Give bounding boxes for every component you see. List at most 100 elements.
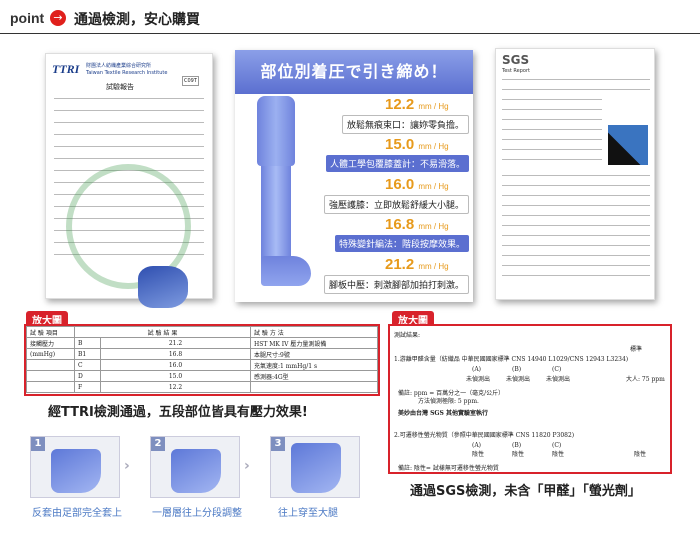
doc-line	[54, 110, 204, 111]
ttri-org-en: Taiwan Textile Research Institute	[86, 70, 168, 76]
ttri-org-zh: 財團法人紡織產業綜合研究所	[86, 63, 152, 69]
step-3-label: 往上穿至大腿	[278, 508, 338, 519]
pressure-number: 16.8	[385, 216, 415, 233]
empty-cell	[26, 381, 75, 393]
stocking-calf	[261, 166, 291, 266]
row2-b: 陰性	[512, 451, 525, 458]
sgs-report-image: SGS Test Report	[495, 48, 655, 300]
sgs-logo: SGS	[502, 53, 530, 67]
pressure-unit: mm / Hg	[418, 262, 449, 271]
doc-line	[502, 149, 602, 150]
doc-line	[502, 235, 650, 236]
sock-sample-image	[138, 266, 188, 308]
arrow-right-icon: →	[50, 10, 66, 26]
pressure-value: 15.0 mm / Hg	[385, 136, 449, 153]
sgs-standard-label: 標準	[630, 346, 643, 353]
header-item: 試 驗 項目	[26, 326, 75, 338]
sgs-results-table: 測試結果: 標準 1.游離甲醛含量（紡織品 中華民國國家標準 CNS 14940…	[388, 324, 672, 474]
sgs-subtitle: Test Report	[502, 68, 531, 74]
stocking-thigh	[257, 96, 295, 166]
section-header: point → 通過檢測，安心購買	[0, 0, 700, 36]
method-cell: 感測器:4G型	[250, 370, 378, 382]
pos-cell: F	[74, 381, 101, 393]
pressure-number: 15.0	[385, 136, 415, 153]
step-2-label: 一層層往上分段調整	[152, 508, 242, 519]
ttri-results-table: 試 驗 項目 試 驗 結 果 試 驗 方 法 接觸壓力 B 21.2 HST M…	[24, 324, 380, 396]
doc-line	[54, 122, 204, 123]
doc-line	[502, 89, 650, 90]
header-method: 試 驗 方 法	[250, 326, 378, 338]
col-b: (B)	[512, 442, 522, 449]
pressure-number: 12.2	[385, 96, 415, 113]
step-number: 3	[271, 437, 285, 451]
col-c: (C)	[552, 366, 562, 373]
doc-line	[502, 255, 650, 256]
doc-line	[502, 195, 650, 196]
sgs-heading: 測試結果:	[394, 332, 421, 339]
pressure-description: 人體工學包覆膝蓋計：不易滑落。	[325, 155, 469, 172]
sgs-note1b: 方法偵測極限: 5 ppm.	[418, 398, 479, 405]
pressure-number: 21.2	[385, 256, 415, 273]
step-3-image: 3	[270, 436, 360, 498]
pressure-description: 強壓護膝：立即放鬆舒緩大小腿。	[323, 195, 469, 214]
section-title: 通過檢測，安心購買	[74, 12, 200, 28]
header-result: 試 驗 結 果	[74, 326, 251, 338]
doc-line	[502, 175, 650, 176]
pressure-value: 12.2 mm / Hg	[385, 96, 449, 113]
value-cell: 16.8	[100, 348, 251, 360]
row2-c: 陰性	[552, 451, 565, 458]
sgs-line1: 1.游離甲醛含量（紡織品 中華民國國家標準 CNS 14940 L1029/CN…	[394, 356, 629, 363]
pressure-value: 21.2 mm / Hg	[385, 256, 449, 273]
doc-line	[502, 129, 602, 130]
row1-a: 未偵測出	[466, 376, 491, 383]
ttri-report-title: 試驗報告	[106, 83, 134, 91]
pressure-unit: mm / Hg	[418, 142, 449, 151]
col-c: (C)	[552, 442, 562, 449]
pressure-description: 放鬆無痕束口：讓妳零負擔。	[341, 115, 469, 134]
chevron-right-icon: ›	[124, 458, 130, 474]
method-cell: HST MK IV 壓力量測設備	[250, 337, 378, 349]
value-cell: 16.0	[100, 359, 251, 371]
ttri-report-image: TTRI 財團法人紡織產業綜合研究所 Taiwan Textile Resear…	[45, 53, 213, 308]
doc-line	[54, 98, 204, 99]
pressure-unit: mm / Hg	[418, 222, 449, 231]
leg-stocking-image	[253, 96, 311, 296]
pressure-poster: 部位別着圧で引き締め！ 12.2 mm / Hg 放鬆無痕束口：讓妳零負擔。 15.…	[235, 50, 473, 302]
doc-line	[54, 146, 204, 147]
method-cell: 充氣速度:1 mmHg/1 s	[250, 359, 378, 371]
doc-line	[502, 79, 650, 80]
pressure-unit: mm / Hg	[418, 102, 449, 111]
row2-standard: 陰性	[634, 451, 647, 458]
doc-line	[502, 119, 602, 120]
chevron-right-icon: ›	[244, 458, 250, 474]
doc-line	[502, 275, 650, 276]
row1-b: 未偵測出	[506, 376, 531, 383]
pressure-value: 16.8 mm / Hg	[385, 216, 449, 233]
ttri-org-name: 財團法人紡織產業綜合研究所 Taiwan Textile Research In…	[86, 63, 167, 77]
table-row: F 12.2	[26, 381, 378, 393]
doc-line	[502, 205, 650, 206]
col-a: (A)	[472, 442, 482, 449]
sgs-note2: 備註: 陰性= 試樣無可遷移性螢光物質	[398, 465, 499, 472]
doc-line	[502, 139, 602, 140]
doc-line	[502, 109, 602, 110]
sgs-stamp: 美妙由台灣 SGS 其他實驗室執行	[398, 410, 488, 417]
doc-line	[502, 159, 602, 160]
pos-cell: B1	[74, 348, 101, 360]
item-cell: 接觸壓力	[26, 337, 75, 349]
doc-line	[502, 215, 650, 216]
method-cell: 本腿尺寸:9號	[250, 348, 378, 360]
doc-line	[502, 185, 650, 186]
ttri-caption: 經TTRI檢測通過，五段部位皆具有壓力效果!	[48, 405, 308, 420]
doc-line	[502, 245, 650, 246]
item-unit-cell: (mmHg)	[26, 348, 75, 360]
pressure-number: 16.0	[385, 176, 415, 193]
value-cell: 15.0	[100, 370, 251, 382]
doc-line	[502, 225, 650, 226]
value-cell: 12.2	[100, 381, 251, 393]
doc-line	[502, 99, 602, 100]
sock-sample-image	[608, 125, 648, 165]
table-row: (mmHg) B1 16.8 本腿尺寸:9號	[26, 348, 378, 360]
ttri-table: 試 驗 項目 試 驗 結 果 試 驗 方 法 接觸壓力 B 21.2 HST M…	[26, 326, 378, 393]
header-divider	[0, 33, 700, 34]
